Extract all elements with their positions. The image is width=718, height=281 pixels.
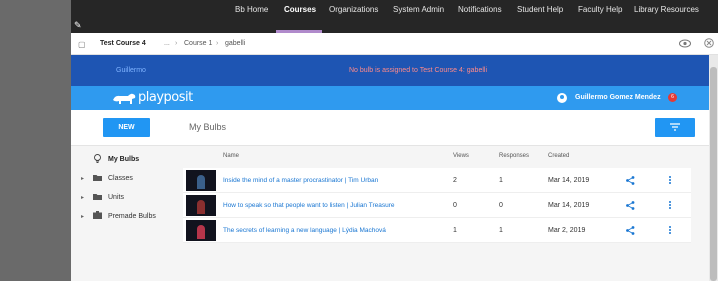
nav-system-admin[interactable]: System Admin [393,0,444,33]
top-navigation: ✎ Bb Home Courses Organizations System A… [71,0,718,33]
more-options-icon[interactable] [669,176,672,185]
created-date: Mar 14, 2019 [548,177,590,184]
class-folder-icon [93,175,102,181]
table-row[interactable]: How to speak so that people want to list… [183,193,691,218]
chat-icon[interactable]: ▢ [78,40,86,49]
video-thumbnail[interactable] [186,195,216,216]
main-content: My Bulbs ▸ Classes ▸ Units ▸ Premade Bul… [71,146,709,281]
breadcrumb-ellipsis[interactable]: ... [164,40,170,47]
video-thumbnail[interactable] [186,170,216,191]
created-date: Mar 14, 2019 [548,202,590,209]
nav-student-help[interactable]: Student Help [517,0,563,33]
chevron-right-icon: › [216,40,219,47]
left-gutter [0,0,71,281]
filter-button[interactable] [655,118,695,137]
video-thumbnail[interactable] [186,220,216,241]
banner-message: No bulb is assigned to Test Course 4: ga… [349,67,488,74]
folder-icon [93,194,102,200]
wrench-icon[interactable]: ✎ [74,20,82,30]
table-row[interactable]: Inside the mind of a master procrastinat… [183,168,691,193]
expand-arrow-icon[interactable]: ▸ [81,194,84,201]
sidebar-item-label: Classes [108,175,133,182]
nav-courses[interactable]: Courses [284,0,316,33]
page-title: My Bulbs [189,122,227,132]
expand-arrow-icon[interactable]: ▸ [81,175,84,182]
nav-bb-home[interactable]: Bb Home [235,0,268,33]
nav-faculty-help[interactable]: Faculty Help [578,0,622,33]
close-icon[interactable] [704,38,714,48]
nav-notifications[interactable]: Notifications [458,0,502,33]
share-icon[interactable] [626,201,635,210]
more-options-icon[interactable] [669,226,672,235]
column-header-name[interactable]: Name [223,153,239,159]
app-header: playposit Guillermo Gomez Mendez 6 [71,86,709,110]
toolbar: NEW My Bulbs [71,110,709,146]
created-date: Mar 2, 2019 [548,227,586,234]
playposit-logo[interactable]: playposit [111,89,193,107]
table-row[interactable]: The secrets of learning a new language |… [183,218,691,243]
more-options-icon[interactable] [669,201,672,210]
dog-logo-icon [113,93,136,104]
sidebar-item-label: My Bulbs [108,156,140,163]
course-name[interactable]: Test Course 4 [100,40,146,47]
notification-badge[interactable]: 6 [668,93,677,102]
responses-count: 1 [499,227,503,234]
logo-text: playposit [138,90,193,105]
expand-arrow-icon[interactable]: ▸ [81,213,84,220]
column-header-created[interactable]: Created [548,153,569,159]
responses-count: 1 [499,177,503,184]
filter-icon [670,123,680,131]
breadcrumb: ▢ Test Course 4 ... › Course 1 › gabelli [71,33,718,55]
scrollbar-thumb[interactable] [710,67,717,281]
share-icon[interactable] [626,176,635,185]
sidebar-item-label: Units [108,194,124,201]
views-count: 0 [453,202,457,209]
premade-icon [93,211,102,219]
column-header-views[interactable]: Views [453,153,469,159]
nav-organizations[interactable]: Organizations [329,0,378,33]
app-window: ✎ Bb Home Courses Organizations System A… [0,0,718,281]
new-button[interactable]: NEW [103,118,150,137]
breadcrumb-course-1[interactable]: Course 1 [184,40,212,47]
views-count: 2 [453,177,457,184]
bulb-title-link[interactable]: Inside the mind of a master procrastinat… [223,177,378,184]
info-banner: Guillermo No bulb is assigned to Test Co… [71,55,709,86]
share-icon[interactable] [626,226,635,235]
breadcrumb-gabelli[interactable]: gabelli [225,40,245,47]
account-icon[interactable] [557,93,567,103]
nav-library-resources[interactable]: Library Resources [634,0,699,33]
account-name[interactable]: Guillermo Gomez Mendez [575,94,661,101]
sidebar-item-label: Premade Bulbs [108,213,156,220]
bulb-icon [94,154,101,163]
banner-user: Guillermo [116,67,146,74]
responses-count: 0 [499,202,503,209]
bulb-title-link[interactable]: The secrets of learning a new language |… [223,227,386,234]
views-count: 1 [453,227,457,234]
bulb-title-link[interactable]: How to speak so that people want to list… [223,202,395,209]
visibility-icon[interactable] [679,38,691,49]
column-header-responses[interactable]: Responses [499,153,529,159]
chevron-right-icon: › [175,40,178,47]
